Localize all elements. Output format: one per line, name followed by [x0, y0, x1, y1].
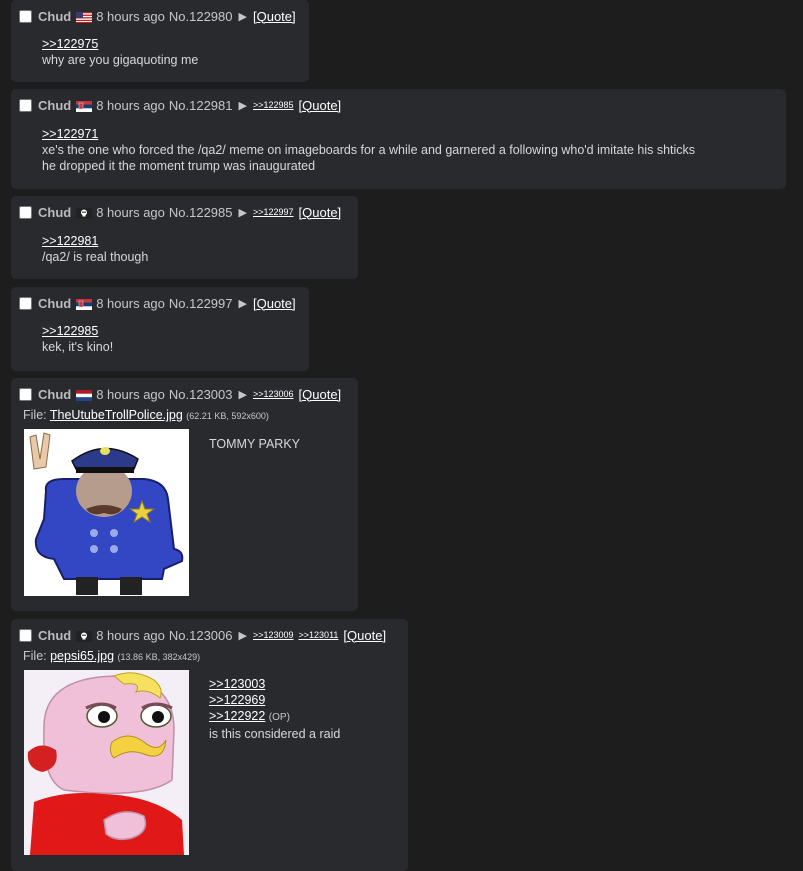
post-image-thumbnail[interactable] [24, 429, 189, 596]
message-line: why are you gigaquoting me [42, 53, 199, 67]
quote-button[interactable]: [Quote] [343, 628, 386, 643]
us-flag-icon [76, 11, 93, 23]
post-number[interactable]: No.122997 [169, 296, 233, 311]
quote-link[interactable]: >>123003 [209, 676, 340, 692]
backlink[interactable]: >>122997 [253, 207, 294, 217]
message-line: xe's the one who forced the /qa2/ meme o… [42, 143, 696, 157]
post-menu-arrow-icon[interactable]: ▶ [239, 629, 247, 642]
file-meta: (62.21 KB, 592x600) [186, 411, 269, 421]
op-marker: (OP) [268, 712, 290, 723]
poster-name: Chud [38, 386, 72, 402]
message-line: /qa2/ is real though [42, 250, 149, 264]
post-122980: Chud 8 hours ago No.122980 ▶ [Quote] >>1… [11, 0, 309, 82]
file-info: File: pepsi65.jpg (13.86 KB, 382x429) [23, 649, 200, 663]
backlink[interactable]: >>123006 [253, 389, 294, 399]
post-number[interactable]: No.122985 [169, 205, 233, 220]
message-line: he dropped it the moment trump was inaug… [42, 159, 316, 173]
file-link[interactable]: pepsi65.jpg [50, 649, 114, 663]
post-image-thumbnail[interactable] [24, 670, 189, 855]
file-meta: (13.86 KB, 382x429) [117, 652, 201, 662]
post-header: Chud 8 hours ago No.123006 ▶ >>123009 >>… [19, 627, 386, 643]
poster-name: Chud [38, 295, 72, 311]
quote-link-op[interactable]: >>122922 [209, 709, 265, 723]
message-line: is this considered a raid [209, 727, 341, 741]
quote-link[interactable]: >>122985 [42, 323, 113, 339]
netherlands-flag-icon [76, 389, 93, 401]
post-number[interactable]: No.122980 [169, 9, 233, 24]
post-header: Chud 8 hours ago No.122985 ▶ >>122997 [Q… [19, 204, 341, 220]
post-number[interactable]: No.122981 [169, 98, 233, 113]
pirate-flag-icon [76, 207, 93, 219]
quote-link[interactable]: >>122969 [209, 692, 340, 708]
select-post-checkbox[interactable] [19, 9, 32, 23]
post-123006: Chud 8 hours ago No.123006 ▶ >>123009 >>… [11, 619, 408, 871]
post-time: 8 hours ago [96, 386, 165, 402]
post-menu-arrow-icon[interactable]: ▶ [239, 99, 247, 112]
post-header: Chud 8 hours ago No.122981 ▶ >>122985 [Q… [19, 97, 341, 113]
file-info: File: TheUtubeTrollPolice.jpg (62.21 KB,… [23, 408, 269, 422]
post-time: 8 hours ago [96, 97, 165, 113]
file-label: File: [23, 408, 47, 422]
select-post-checkbox[interactable] [19, 98, 32, 112]
serbia-flag-icon [76, 100, 93, 112]
poster-name: Chud [38, 204, 72, 220]
pirate-flag-icon [76, 630, 93, 642]
quote-button[interactable]: [Quote] [299, 205, 342, 220]
post-message: >>122981 /qa2/ is real though [42, 233, 148, 265]
post-message: >>122975 why are you gigaquoting me [42, 36, 198, 68]
backlink[interactable]: >>122985 [253, 100, 294, 110]
select-post-checkbox[interactable] [19, 296, 32, 310]
message-line: kek, it's kino! [42, 340, 114, 354]
post-message: TOMMY PARKY [209, 436, 300, 452]
backlink[interactable]: >>123011 [299, 630, 339, 640]
post-message: >>122971 xe's the one who forced the /qa… [42, 126, 695, 174]
post-time: 8 hours ago [96, 295, 165, 311]
post-122997: Chud 8 hours ago No.122997 ▶ [Quote] >>1… [11, 287, 309, 371]
post-time: 8 hours ago [96, 8, 165, 24]
post-122981: Chud 8 hours ago No.122981 ▶ >>122985 [Q… [11, 89, 786, 189]
post-menu-arrow-icon[interactable]: ▶ [239, 206, 247, 219]
quote-link[interactable]: >>122981 [42, 233, 148, 249]
select-post-checkbox[interactable] [19, 205, 32, 219]
post-123003: Chud 8 hours ago No.123003 ▶ >>123006 [Q… [11, 378, 358, 611]
quote-button[interactable]: [Quote] [253, 9, 296, 24]
post-time: 8 hours ago [96, 204, 165, 220]
quote-link[interactable]: >>122975 [42, 36, 198, 52]
select-post-checkbox[interactable] [19, 387, 32, 401]
quote-button[interactable]: [Quote] [253, 296, 296, 311]
serbia-flag-icon [76, 298, 93, 310]
post-header: Chud 8 hours ago No.122980 ▶ [Quote] [19, 8, 296, 24]
post-message: >>122985 kek, it's kino! [42, 323, 113, 355]
file-label: File: [23, 649, 47, 663]
quote-button[interactable]: [Quote] [299, 387, 342, 402]
post-header: Chud 8 hours ago No.123003 ▶ >>123006 [Q… [19, 386, 341, 402]
post-message: >>123003 >>122969 >>122922 (OP) is this … [209, 676, 340, 742]
post-menu-arrow-icon[interactable]: ▶ [239, 388, 247, 401]
poster-name: Chud [38, 627, 72, 643]
poster-name: Chud [38, 97, 72, 113]
select-post-checkbox[interactable] [19, 628, 32, 642]
quote-button[interactable]: [Quote] [299, 98, 342, 113]
message-line: TOMMY PARKY [209, 437, 300, 451]
backlink[interactable]: >>123009 [253, 630, 294, 640]
post-number[interactable]: No.123003 [169, 387, 233, 402]
thread-page: { "posts": { "p1": {"name":"Chud","time"… [0, 0, 803, 871]
post-number[interactable]: No.123006 [169, 628, 233, 643]
post-menu-arrow-icon[interactable]: ▶ [239, 297, 247, 310]
file-link[interactable]: TheUtubeTrollPolice.jpg [50, 408, 183, 422]
poster-name: Chud [38, 8, 72, 24]
post-header: Chud 8 hours ago No.122997 ▶ [Quote] [19, 295, 296, 311]
post-menu-arrow-icon[interactable]: ▶ [239, 10, 247, 23]
post-122985: Chud 8 hours ago No.122985 ▶ >>122997 [Q… [11, 196, 358, 279]
quote-link[interactable]: >>122971 [42, 126, 695, 142]
post-time: 8 hours ago [96, 627, 165, 643]
